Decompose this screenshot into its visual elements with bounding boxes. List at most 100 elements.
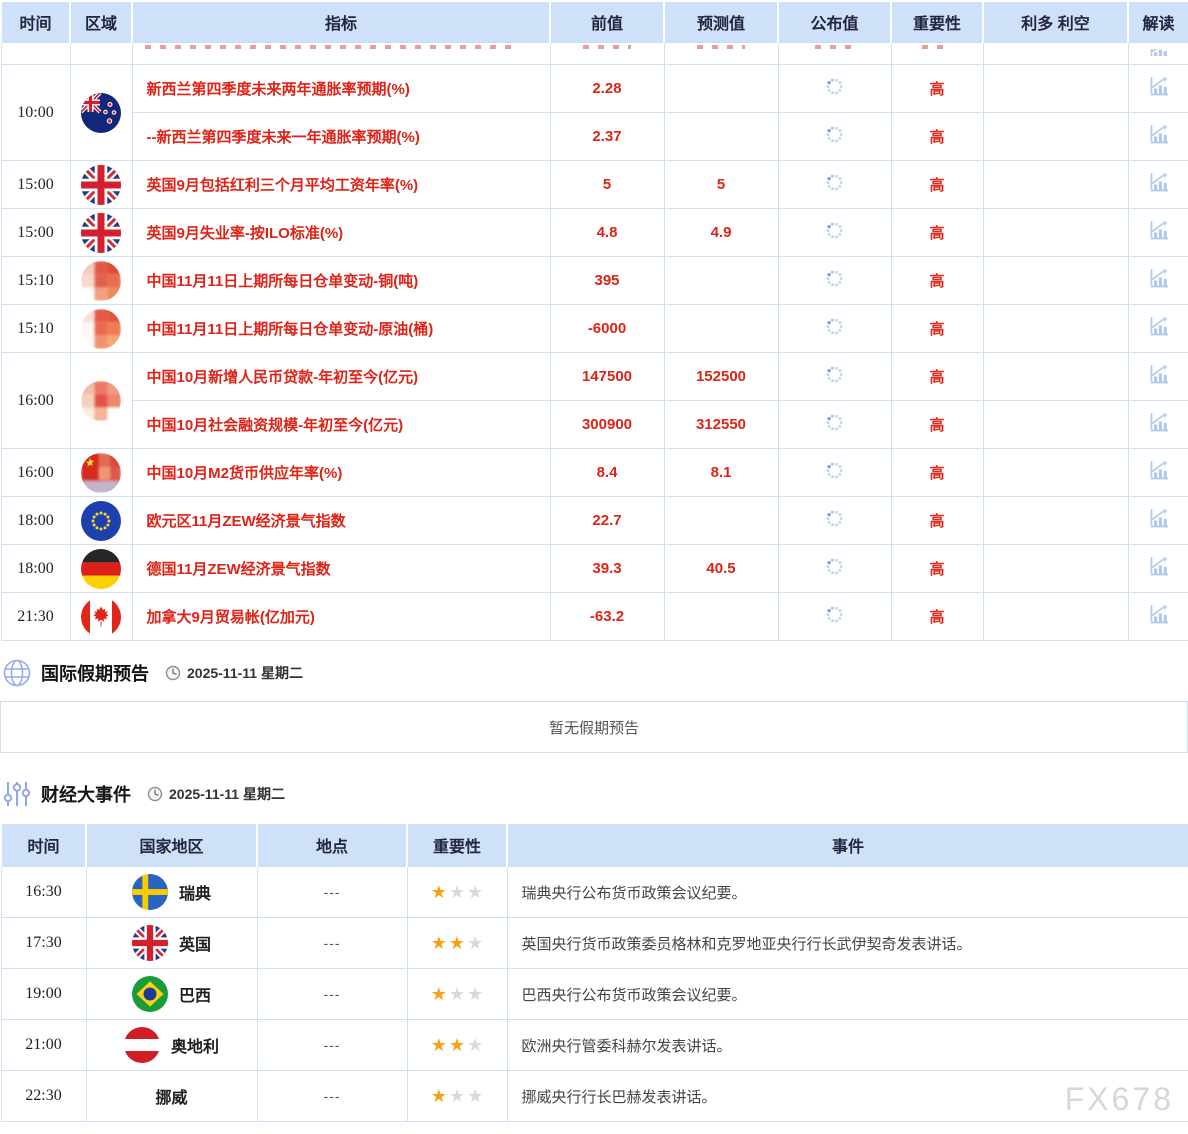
- interpret-cell[interactable]: [1128, 593, 1188, 641]
- col-interpret: 解读: [1128, 1, 1188, 43]
- interpret-cell[interactable]: [1128, 113, 1188, 161]
- chart-icon[interactable]: [1147, 602, 1171, 626]
- col-time: 时间: [1, 1, 70, 43]
- new-zealand-flag-icon: [81, 93, 121, 133]
- importance-badge: 高: [891, 353, 983, 401]
- bull-bear-cell: [983, 161, 1128, 209]
- interpret-cell[interactable]: [1128, 65, 1188, 113]
- previous-value: -63.2: [550, 593, 664, 641]
- indicator-cell: 中国10月M2货币供应年率(%): [132, 449, 550, 497]
- indicator-cell: 英国9月包括红利三个月平均工资年率(%): [132, 161, 550, 209]
- china-blurred-flag-icon: [81, 261, 121, 301]
- col-event: 事件: [507, 823, 1188, 867]
- forecast-value: 152500: [664, 353, 778, 401]
- published-cell: [778, 353, 891, 401]
- table-row: 15:00 英国9月失业率-按ILO标准(%) 4.8 4.9 高: [1, 209, 1188, 257]
- forecast-value: [664, 305, 778, 353]
- chart-icon[interactable]: [1147, 314, 1171, 338]
- time-cell: 17:30: [1, 918, 86, 969]
- loading-spinner-icon: [825, 557, 844, 576]
- time-cell: 18:00: [1, 497, 70, 545]
- published-cell: [778, 305, 891, 353]
- country-cell: 巴西: [86, 969, 257, 1020]
- interpret-cell[interactable]: [1128, 545, 1188, 593]
- chart-icon[interactable]: [1147, 170, 1171, 194]
- holiday-empty-box: 暂无假期预告: [0, 701, 1188, 753]
- time-cell: 10:00: [1, 65, 70, 161]
- chart-icon[interactable]: [1147, 410, 1171, 434]
- section-date: 2025-11-11 星期二: [165, 663, 303, 683]
- importance-badge: 高: [891, 161, 983, 209]
- importance-badge: 高: [891, 593, 983, 641]
- country-name: 巴西: [179, 982, 211, 1006]
- forecast-value: [664, 65, 778, 113]
- importance-badge: 高: [891, 305, 983, 353]
- indicator-cell: 中国10月社会融资规模-年初至今(亿元): [132, 401, 550, 449]
- importance-badge: 高: [891, 257, 983, 305]
- time-cell: 21:00: [1, 1020, 86, 1071]
- chart-icon[interactable]: [1147, 74, 1171, 98]
- fx678-watermark: FX678: [1065, 1081, 1174, 1118]
- chart-icon[interactable]: [1147, 458, 1171, 482]
- star-icon: ★: [466, 1086, 484, 1106]
- forecast-value: 40.5: [664, 545, 778, 593]
- clipped-indicator: [132, 43, 550, 65]
- austria-flag-icon: [124, 1027, 160, 1063]
- event-row: 16:30 瑞典 --- ★★★ 瑞典央行公布货币政策会议纪要。: [1, 867, 1188, 918]
- time-cell: 22:30: [1, 1071, 86, 1122]
- interpret-cell[interactable]: [1128, 353, 1188, 401]
- time-cell: 16:00: [1, 449, 70, 497]
- time-cell: 16:30: [1, 867, 86, 918]
- chart-icon[interactable]: [1147, 122, 1171, 146]
- previous-value: 22.7: [550, 497, 664, 545]
- clock-icon: [147, 786, 163, 802]
- col-indicator: 指标: [132, 1, 550, 43]
- previous-value: -6000: [550, 305, 664, 353]
- loading-spinner-icon: [825, 461, 844, 480]
- table-row: 16:00 中国10月新增人民币贷款-年初至今(亿元) 147500 15250…: [1, 353, 1188, 401]
- interpret-cell[interactable]: [1128, 161, 1188, 209]
- chart-icon[interactable]: [1147, 362, 1171, 386]
- indicator-cell: 加拿大9月贸易帐(亿加元): [132, 593, 550, 641]
- bull-bear-cell: [983, 209, 1128, 257]
- previous-value: 2.37: [550, 113, 664, 161]
- chart-icon[interactable]: [1147, 218, 1171, 242]
- published-cell: [778, 401, 891, 449]
- interpret-cell[interactable]: [1128, 497, 1188, 545]
- importance-badge: 高: [891, 113, 983, 161]
- star-icon: ★: [430, 882, 448, 902]
- col-previous: 前值: [550, 1, 664, 43]
- loading-spinner-icon: [825, 317, 844, 336]
- china-partially-blurred-flag-icon: [81, 453, 121, 493]
- forecast-value: [664, 593, 778, 641]
- uk-flag-icon: [132, 925, 168, 961]
- importance-stars: ★★★: [407, 867, 507, 918]
- loading-spinner-icon: [825, 365, 844, 384]
- time-cell: 19:00: [1, 969, 86, 1020]
- published-cell: [778, 257, 891, 305]
- interpret-cell[interactable]: [1128, 305, 1188, 353]
- date-text: 2025-11-11 星期二: [169, 784, 285, 804]
- table-row: 15:00 英国9月包括红利三个月平均工资年率(%) 5 5 高: [1, 161, 1188, 209]
- loading-spinner-icon: [825, 605, 844, 624]
- chart-icon[interactable]: [1147, 506, 1171, 530]
- interpret-cell[interactable]: [1128, 209, 1188, 257]
- previous-value: 4.8: [550, 209, 664, 257]
- event-row: 19:00 巴西 --- ★★★ 巴西央行公布货币政策会议纪要。: [1, 969, 1188, 1020]
- importance-stars: ★★★: [407, 1071, 507, 1122]
- interpret-cell[interactable]: [1128, 257, 1188, 305]
- country-name: 挪威: [155, 1084, 187, 1108]
- country-cell: 奥地利: [86, 1020, 257, 1071]
- col-country: 国家地区: [86, 823, 257, 867]
- chart-icon[interactable]: [1147, 554, 1171, 578]
- time-cell: 21:30: [1, 593, 70, 641]
- col-region: 区域: [70, 1, 132, 43]
- clipped-row: [1, 43, 1188, 65]
- interpret-cell[interactable]: [1128, 401, 1188, 449]
- region-cell: [70, 497, 132, 545]
- chart-icon[interactable]: [1147, 266, 1171, 290]
- country-cell: 瑞典: [86, 867, 257, 918]
- interpret-cell[interactable]: [1128, 449, 1188, 497]
- star-icon: ★: [466, 1035, 484, 1055]
- region-cell: [70, 353, 132, 449]
